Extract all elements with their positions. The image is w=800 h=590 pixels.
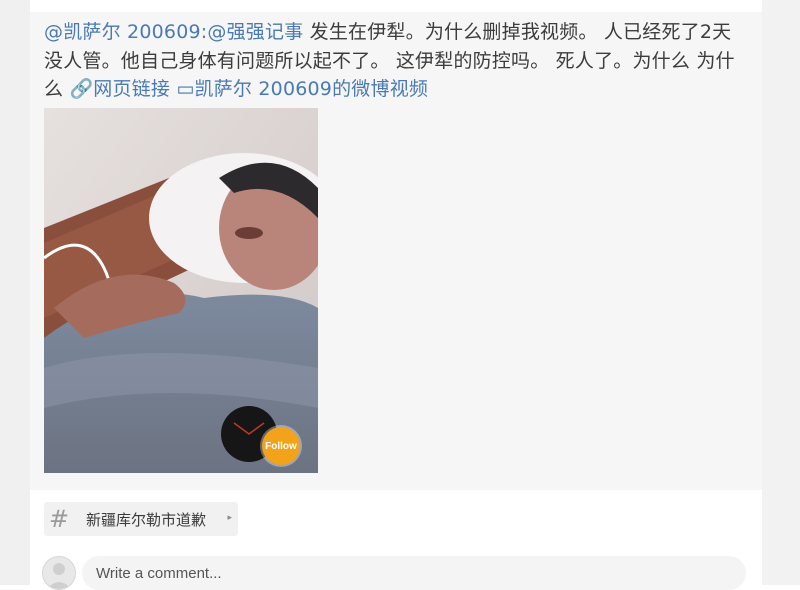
right-gutter (762, 0, 800, 585)
post-text: @凯萨尔 200609:@强强记事 发生在伊犁。为什么删掉我视频。 人已经死了2… (44, 18, 746, 104)
follow-button[interactable]: Follow (262, 427, 300, 465)
video-thumbnail[interactable] (44, 108, 318, 473)
hashtag-icon: # (48, 505, 70, 533)
mention-link[interactable]: @凯萨尔 200609:@强强记事 (44, 21, 303, 43)
avatar-placeholder-icon (47, 563, 71, 589)
web-link[interactable]: 🔗网页链接 (69, 78, 170, 100)
top-strip (30, 0, 762, 12)
topic-label: 新疆库尔勒市道歉 (86, 510, 207, 529)
topic-chip[interactable]: # 新疆库尔勒市道歉 ▸ (44, 502, 238, 536)
chevron-right-icon: ▸ (227, 513, 232, 523)
comment-row (42, 556, 762, 590)
weibo-video-link[interactable]: ▭凯萨尔 200609的微博视频 (176, 78, 428, 100)
post-card: @凯萨尔 200609:@强强记事 发生在伊犁。为什么删掉我视频。 人已经死了2… (30, 12, 762, 490)
video-frame-illustration (44, 108, 318, 473)
left-gutter (0, 0, 30, 585)
